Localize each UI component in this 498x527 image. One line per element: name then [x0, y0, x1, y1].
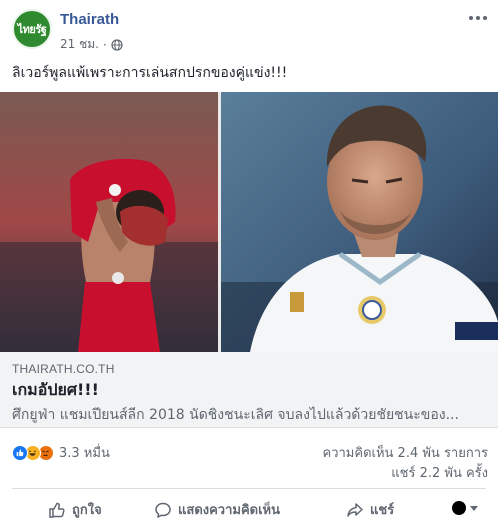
meta-separator: · [102, 37, 107, 52]
post-photo[interactable] [0, 92, 498, 352]
post-stats: 3.3 หมื่น ความคิดเห็น 2.4 พัน รายการ แชร… [0, 428, 498, 486]
post-meta: 21 ชม. · [60, 35, 123, 54]
post-timestamp[interactable]: 21 ชม. [60, 35, 99, 54]
page-avatar[interactable]: ไทยรัฐ [12, 9, 52, 49]
reactions-count[interactable]: 3.3 หมื่น [59, 442, 110, 463]
more-options-icon[interactable] [466, 10, 490, 26]
shares-count[interactable]: แชร์ 2.2 พัน ครั้ง [391, 462, 488, 483]
share-arrow-icon [347, 502, 363, 517]
audience-selector[interactable] [452, 501, 478, 515]
thumbs-up-icon [49, 502, 65, 518]
post-header: ไทยรัฐ Thairath 21 ชม. · [0, 0, 498, 60]
profile-avatar-icon [452, 501, 466, 515]
chevron-down-icon [470, 505, 478, 511]
comment-button[interactable]: แสดงความคิดเห็น [154, 499, 280, 520]
comment-button-label: แสดงความคิดเห็น [178, 503, 281, 518]
reactions-summary[interactable]: 3.3 หมื่น [12, 442, 110, 463]
link-preview[interactable]: THAIRATH.CO.TH เกมอัปยศ!!! ศึกยูฟ่า แชมเ… [0, 352, 498, 428]
link-title[interactable]: เกมอัปยศ!!! [12, 378, 99, 403]
share-button[interactable]: แชร์ [346, 499, 394, 520]
comments-count[interactable]: ความคิดเห็น 2.4 พัน รายการ [323, 442, 488, 463]
avatar-logo-text: ไทยรัฐ [17, 23, 47, 36]
like-reaction-icon [12, 444, 28, 461]
share-button-label: แชร์ [370, 503, 395, 518]
post-photo-illustration [0, 92, 498, 352]
page-name-link[interactable]: Thairath [60, 11, 119, 28]
post-text: ลิเวอร์พูลแพ้เพราะการเล่นสกปรกของคู่แข่ง… [12, 65, 288, 81]
globe-icon [111, 38, 123, 51]
link-description: ศึกยูฟ่า แชมเปียนส์ลีก 2018 นัดชิงชนะเลิ… [12, 407, 459, 423]
link-domain: THAIRATH.CO.TH [12, 362, 115, 376]
facebook-post: ไทยรัฐ Thairath 21 ชม. · ลิเวอร์พูลแพ้เพ… [0, 0, 498, 527]
like-button-label: ถูกใจ [72, 503, 102, 518]
comment-icon [155, 502, 171, 518]
like-button[interactable]: ถูกใจ [48, 499, 102, 520]
post-actions-bar: ถูกใจ แสดงความคิดเห็น แชร์ [12, 488, 486, 524]
